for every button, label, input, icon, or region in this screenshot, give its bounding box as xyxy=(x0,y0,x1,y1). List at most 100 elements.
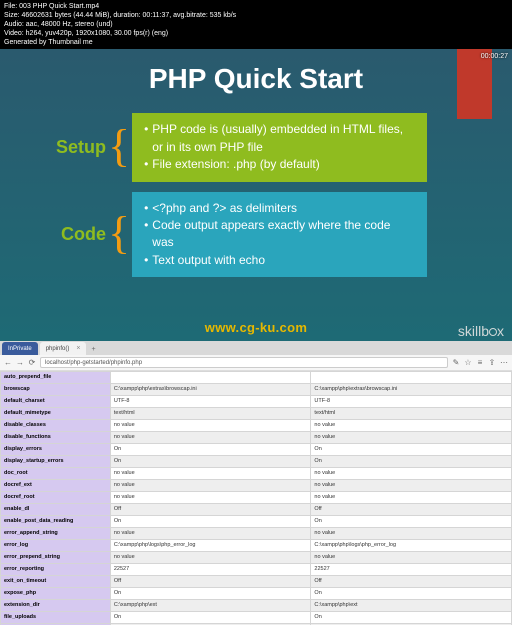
menu-icon[interactable]: ⋯ xyxy=(500,359,508,367)
directive-name: display_errors xyxy=(1,444,111,456)
brace-icon: { xyxy=(108,219,132,247)
directive-name: disable_classes xyxy=(1,420,111,432)
local-value: no value xyxy=(110,552,311,564)
share-icon[interactable]: ⇪ xyxy=(488,359,496,367)
notes-icon[interactable]: ✎ xyxy=(452,359,460,367)
master-value: 22527 xyxy=(311,564,512,576)
directive-name: error_reporting xyxy=(1,564,111,576)
directive-name: file_uploads xyxy=(1,612,111,624)
setup-bullets: PHP code is (usually) embedded in HTML f… xyxy=(132,113,427,181)
table-row: default_mimetypetext/htmltext/html xyxy=(1,408,512,420)
directive-name: error_append_string xyxy=(1,528,111,540)
table-row: exit_on_timeoutOffOff xyxy=(1,576,512,588)
setup-label: Setup xyxy=(28,137,106,158)
table-row: browscapC:\xampp\php\extras\browscap.ini… xyxy=(1,384,512,396)
bullet-text: File extension: .php (by default) xyxy=(152,156,319,173)
local-value: 22527 xyxy=(110,564,311,576)
master-value: Off xyxy=(311,504,512,516)
page-content: auto_prepend_filebrowscapC:\xampp\php\ex… xyxy=(0,371,512,625)
master-value xyxy=(311,372,512,384)
local-value: C:\xampp\php\ext xyxy=(110,600,311,612)
file-metadata: File: 003 PHP Quick Start.mp4 Size: 4660… xyxy=(0,0,512,49)
master-value: no value xyxy=(311,528,512,540)
table-row: auto_prepend_file xyxy=(1,372,512,384)
table-row: expose_phpOnOn xyxy=(1,588,512,600)
tab-label: InPrivate xyxy=(8,346,32,352)
master-value: C:\xampp\php\extras\browscap.ini xyxy=(311,384,512,396)
local-value: Off xyxy=(110,576,311,588)
directive-name: default_charset xyxy=(1,396,111,408)
local-value: UTF-8 xyxy=(110,396,311,408)
local-value: C:\xampp\php\extras\browscap.ini xyxy=(110,384,311,396)
toolbar-right: ✎ ☆ ≡ ⇪ ⋯ xyxy=(452,359,508,367)
master-value: On xyxy=(311,612,512,624)
close-icon[interactable]: × xyxy=(76,345,80,352)
local-value: no value xyxy=(110,480,311,492)
code-label: Code xyxy=(28,224,106,245)
local-value: On xyxy=(110,612,311,624)
master-value: On xyxy=(311,456,512,468)
table-row: doc_rootno valueno value xyxy=(1,468,512,480)
master-value: no value xyxy=(311,468,512,480)
master-value: On xyxy=(311,588,512,600)
phpinfo-table: auto_prepend_filebrowscapC:\xampp\php\ex… xyxy=(0,371,512,625)
brand-o-icon xyxy=(489,328,497,336)
tab-label: phpinfo() xyxy=(46,346,70,352)
back-icon[interactable]: ← xyxy=(4,359,12,367)
bullet-text: PHP code is (usually) embedded in HTML f… xyxy=(152,121,415,156)
bullet-text: <?php and ?> as delimiters xyxy=(152,200,297,217)
local-value: On xyxy=(110,516,311,528)
new-tab-button[interactable]: + xyxy=(86,344,100,355)
directive-name: extension_dir xyxy=(1,600,111,612)
watermark-text: www.cg-ku.com xyxy=(205,320,307,335)
code-row: Code { <?php and ?> as delimiters Code o… xyxy=(0,192,512,278)
meta-line: Generated by Thumbnail me xyxy=(4,38,508,47)
directive-name: browscap xyxy=(1,384,111,396)
local-value: no value xyxy=(110,528,311,540)
directive-name: enable_post_data_reading xyxy=(1,516,111,528)
local-value: Off xyxy=(110,504,311,516)
master-value: no value xyxy=(311,480,512,492)
tab-strip: InPrivate phpinfo() × + xyxy=(0,341,512,355)
setup-row: Setup { PHP code is (usually) embedded i… xyxy=(0,113,512,181)
directive-name: default_mimetype xyxy=(1,408,111,420)
table-row: display_startup_errorsOnOn xyxy=(1,456,512,468)
bullet-text: Code output appears exactly where the co… xyxy=(152,217,415,252)
local-value: no value xyxy=(110,420,311,432)
directive-name: expose_php xyxy=(1,588,111,600)
brace-icon: { xyxy=(108,132,132,160)
person-icon[interactable]: ≡ xyxy=(476,359,484,367)
master-value: no value xyxy=(311,432,512,444)
local-value: On xyxy=(110,444,311,456)
directive-name: enable_dl xyxy=(1,504,111,516)
directive-name: docref_root xyxy=(1,492,111,504)
local-value: On xyxy=(110,588,311,600)
master-value: On xyxy=(311,444,512,456)
local-value: C:\xampp\php\logs\php_error_log xyxy=(110,540,311,552)
slide-title: PHP Quick Start xyxy=(0,49,512,105)
brand-logo: skillbx xyxy=(458,323,504,339)
url-input[interactable]: localhost/php-getstarted/phpinfo.php xyxy=(40,357,448,368)
table-row: error_append_stringno valueno value xyxy=(1,528,512,540)
master-value: text/html xyxy=(311,408,512,420)
directive-name: doc_root xyxy=(1,468,111,480)
local-value: text/html xyxy=(110,408,311,420)
directive-name: disable_functions xyxy=(1,432,111,444)
tab-phpinfo[interactable]: phpinfo() × xyxy=(40,342,87,355)
star-icon[interactable]: ☆ xyxy=(464,359,472,367)
table-row: default_charsetUTF-8UTF-8 xyxy=(1,396,512,408)
table-row: docref_rootno valueno value xyxy=(1,492,512,504)
table-row: enable_post_data_readingOnOn xyxy=(1,516,512,528)
local-value: On xyxy=(110,456,311,468)
url-text: localhost/php-getstarted/phpinfo.php xyxy=(45,360,142,366)
directive-name: error_log xyxy=(1,540,111,552)
master-value: UTF-8 xyxy=(311,396,512,408)
tab-inprivate[interactable]: InPrivate xyxy=(2,342,38,355)
presentation-slide: 00:00:27 PHP Quick Start Setup { PHP cod… xyxy=(0,49,512,341)
forward-icon[interactable]: → xyxy=(16,359,24,367)
directive-name: auto_prepend_file xyxy=(1,372,111,384)
table-row: disable_functionsno valueno value xyxy=(1,432,512,444)
table-row: error_logC:\xampp\php\logs\php_error_log… xyxy=(1,540,512,552)
meta-line: Size: 46602631 bytes (44.44 MiB), durati… xyxy=(4,11,508,20)
reload-icon[interactable]: ⟳ xyxy=(28,359,36,367)
